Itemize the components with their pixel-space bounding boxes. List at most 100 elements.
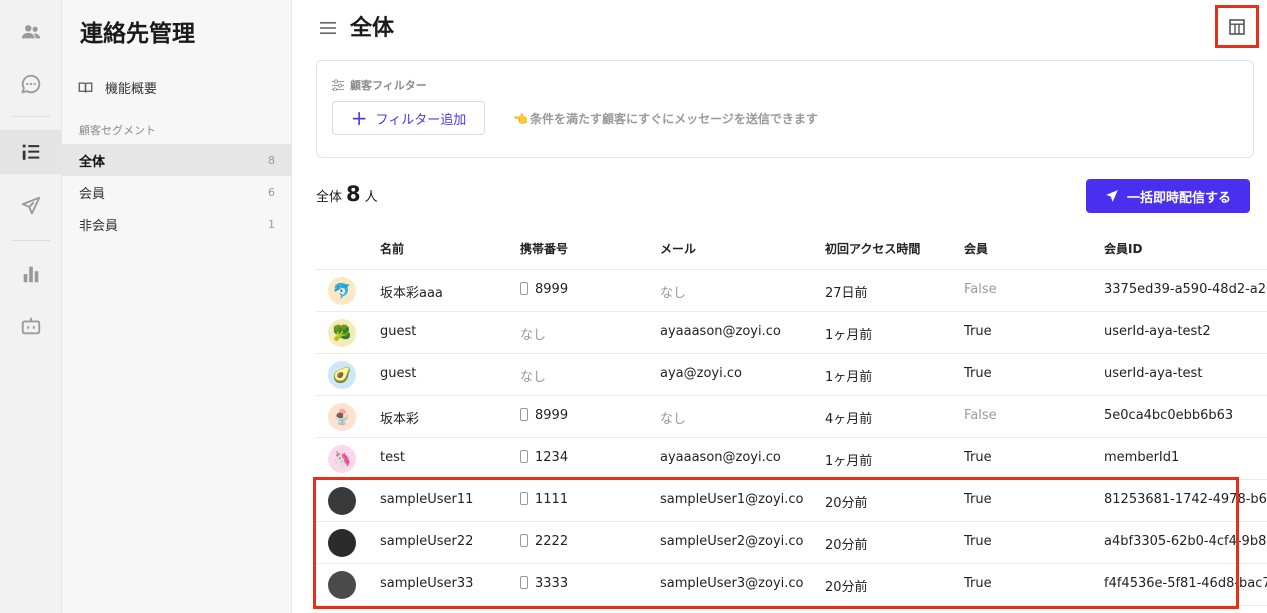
cell-first-access: 4ヶ月前 [825,412,873,427]
cell-first-access: 20分前 [825,580,868,595]
avatar: 🍨 [328,403,356,431]
table-row[interactable]: 🍨 坂本彩 8999 なし 4ヶ月前 False 5e0ca4bc0ebb6b63 [316,396,1267,438]
contacts-nav[interactable] [0,10,62,54]
cell-mail: ayaaason@zoyi.co [660,324,781,339]
cell-phone: 3333 [520,576,568,591]
contacts-table: 名前 携帯番号 メール 初回アクセス時間 会員 会員ID 🐬 坂本彩aaa 8999… [316,228,1267,606]
table-row[interactable]: sampleUser33 3333 sampleUser3@zoyi.co 20分前 T… [316,564,1267,606]
avatar [328,487,356,515]
phone-icon [520,282,528,295]
cell-phone: 2222 [520,534,568,549]
cell-phone: 8999 [520,408,568,423]
cell-phone-value: 3333 [535,576,569,591]
avatar: 🥑 [328,361,356,389]
segment-item-members[interactable]: 会員 6 [62,176,292,208]
segment-item-non-members[interactable]: 非会員 1 [62,208,292,240]
cell-first-access: 1ヶ月前 [825,370,873,385]
segment-count: 1 [268,217,275,231]
avatar: 🥦 [328,319,356,347]
filter-label: 顧客フィルター [332,77,427,93]
cell-mail: sampleUser1@zoyi.co [660,492,804,507]
table-row[interactable]: sampleUser11 1111 sampleUser1@zoyi.co 20分前 T… [316,480,1267,522]
pointing-hand-icon: 👈 [513,111,528,126]
cell-first-access: 1ヶ月前 [825,328,873,343]
segment-nav[interactable] [0,130,62,174]
cell-mail: なし [660,412,687,427]
cell-phone: 8999 [520,282,568,297]
sidebar-title: 連絡先管理 [80,21,195,47]
cell-phone-value: 8999 [535,408,569,423]
avatar: 🦄 [328,445,356,473]
feature-overview-link[interactable]: 機能概要 [78,76,157,98]
cell-member-id: 81253681-1742-4978-b6c [1104,492,1267,507]
table-row[interactable]: 🦄 test 1234 ayaaason@zoyi.co 1ヶ月前 True memberI… [316,438,1267,480]
avatar [328,571,356,599]
cell-member: True [964,366,992,381]
filter-label-text: 顧客フィルター [350,79,427,92]
cell-member-id: userId-aya-test [1104,366,1203,381]
total-prefix: 全体 [316,190,343,205]
segment-list-icon [22,144,40,160]
cell-phone-value: なし [520,328,547,343]
table-row[interactable]: 🐬 坂本彩aaa 8999 なし 27日前 False 3375ed39-a590-48d2… [316,270,1267,312]
cell-first-access: 20分前 [825,538,868,553]
table-columns-icon [1229,18,1245,35]
bulk-broadcast-button[interactable]: 一括即時配信する [1086,179,1250,213]
cell-phone-value: 1111 [535,492,569,507]
cell-name: guest [380,324,417,339]
phone-icon [520,492,528,505]
cell-phone: なし [520,324,546,343]
cell-member-id: 5e0ca4bc0ebb6b63 [1104,408,1234,423]
header-name[interactable]: 名前 [380,240,404,257]
filter-hint: 👈 条件を満たす顧客にすぐにメッセージを送信できます [513,110,818,127]
filter-hint-text: 条件を満たす顧客にすぐにメッセージを送信できます [529,112,818,126]
cell-first-access: 20分前 [825,496,868,511]
cell-name: 坂本彩 [380,412,420,427]
bot-nav[interactable] [0,304,62,348]
send-nav[interactable] [0,184,62,228]
cell-member: True [964,324,992,339]
avatar-emoji: 🥑 [332,366,352,384]
header-mail[interactable]: メール [660,240,696,257]
cell-member: True [964,576,992,591]
bot-icon [21,317,41,335]
page-title: 全体 [350,16,395,41]
cell-member: False [964,282,997,297]
table-row[interactable]: sampleUser22 2222 sampleUser2@zoyi.co 20分前 T… [316,522,1267,564]
cell-member: False [964,408,997,423]
segment-item-all[interactable]: 全体 8 [62,144,292,176]
plus-icon: + [350,106,368,130]
header-phone[interactable]: 携帯番号 [520,240,568,257]
cell-phone-value: 2222 [535,534,569,549]
cell-member-id: 3375ed39-a590-48d2-a20 [1104,282,1267,297]
cell-member-id: memberId1 [1104,450,1180,465]
cell-name: 坂本彩aaa [380,286,443,301]
cell-phone-value: 1234 [535,450,569,465]
cell-phone: 1234 [520,450,568,465]
header-first-access[interactable]: 初回アクセス時間 [825,240,920,257]
cell-name: sampleUser11 [380,492,474,507]
segment-label: 全体 [79,154,106,170]
total-suffix: 人 [364,190,378,205]
avatar: 🐬 [328,277,356,305]
cell-member-id: f4f4536e-5f81-46d8-bac7 [1104,576,1267,591]
table-row[interactable]: 🥦 guest なし ayaaason@zoyi.co 1ヶ月前 True userId-a… [316,312,1267,354]
header-member-id[interactable]: 会員ID [1104,240,1142,257]
chat-icon [21,74,41,94]
avatar-emoji: 🐬 [332,282,352,300]
analytics-nav[interactable] [0,252,62,296]
cell-name: sampleUser33 [380,576,474,591]
cell-phone-value: なし [520,370,547,385]
column-settings-button[interactable] [1215,5,1259,48]
add-filter-button[interactable]: + フィルター追加 [332,101,485,135]
avatar-emoji: 🦄 [332,450,352,468]
table-row[interactable]: 🥑 guest なし aya@zoyi.co 1ヶ月前 True userId-aya-te… [316,354,1267,396]
chat-nav[interactable] [0,62,62,106]
add-filter-label: フィルター追加 [375,112,467,128]
send-icon [21,196,41,215]
segment-label: 非会員 [79,218,119,234]
header-member[interactable]: 会員 [964,240,988,257]
menu-icon[interactable] [319,19,337,37]
main-content: 全体 顧客フィルター + フィルター追加 👈 条件を満たす顧客にすぐにメッセージ… [292,0,1267,613]
cell-name: sampleUser22 [380,534,474,549]
